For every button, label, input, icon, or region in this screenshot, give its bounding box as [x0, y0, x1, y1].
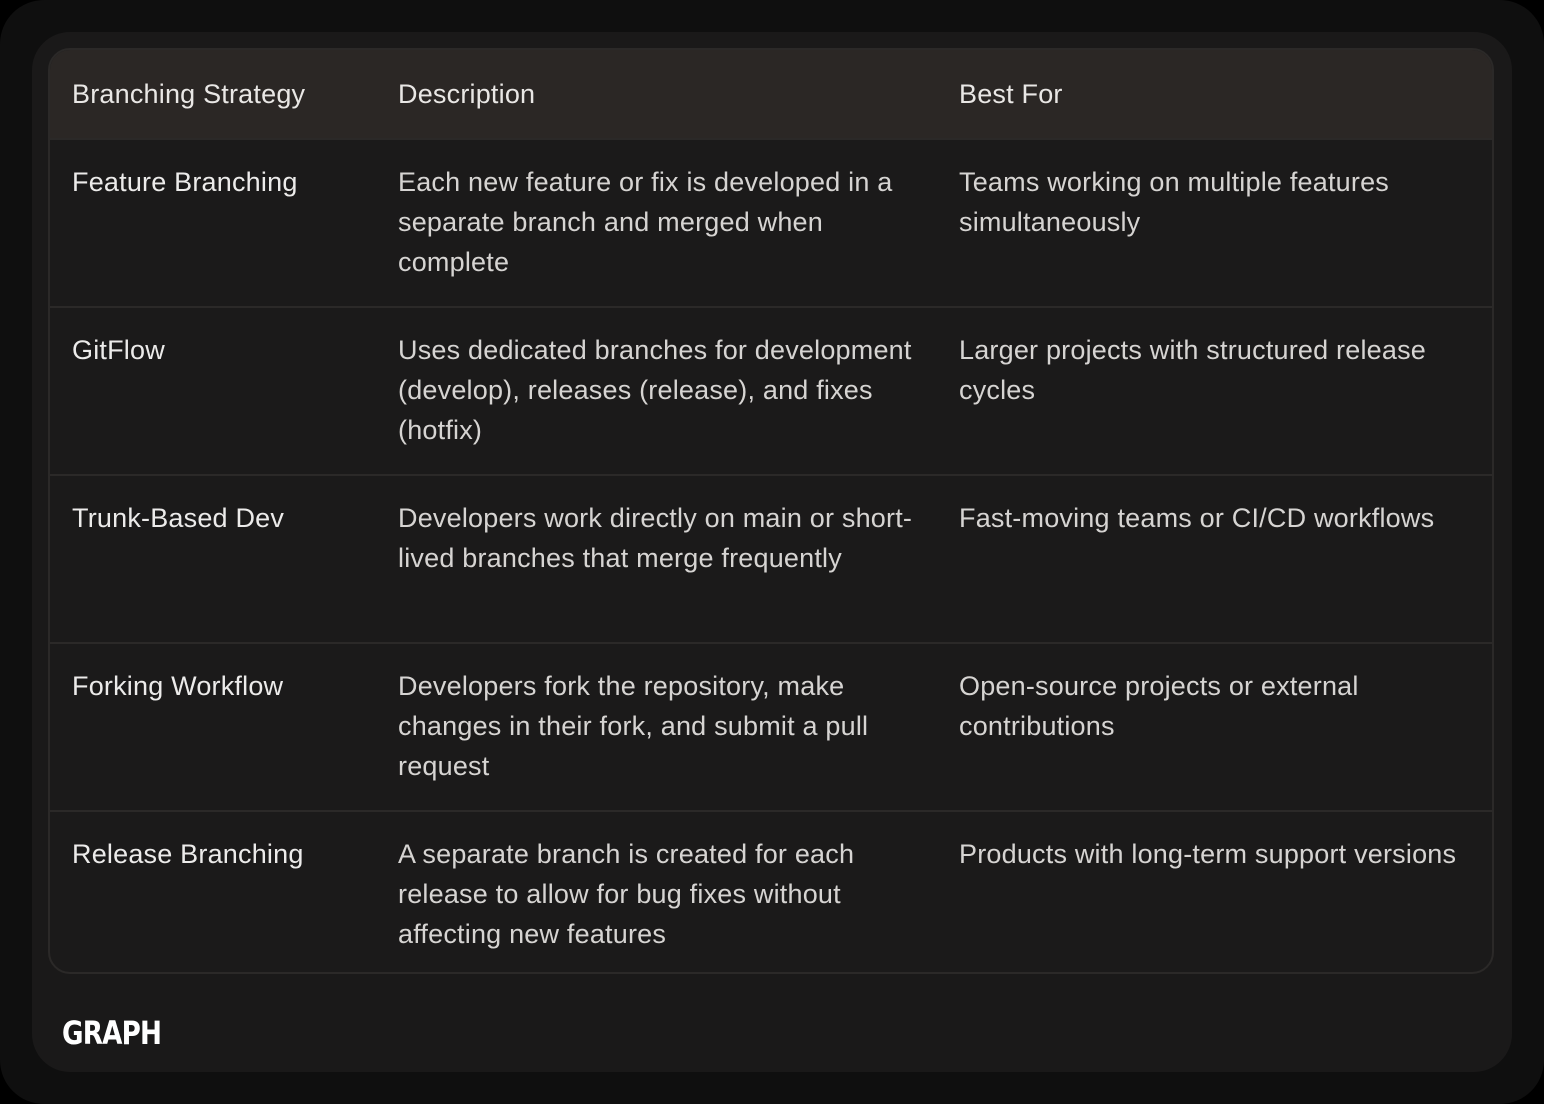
strategy-name: GitFlow [72, 335, 165, 365]
header-cell-best-for: Best For [959, 79, 1063, 109]
strategy-description: Developers work directly on main or shor… [398, 503, 913, 573]
table-header-row: Branching Strategy Description Best For [50, 50, 1492, 138]
strategy-description: Developers fork the repository, make cha… [398, 671, 869, 781]
strategy-name: Feature Branching [72, 167, 298, 197]
strategy-description: A separate branch is created for each re… [398, 839, 855, 949]
header-cell-description: Description [398, 79, 536, 109]
strategy-description: Uses dedicated branches for development … [398, 335, 912, 445]
graph-logo: GRAPH [62, 1014, 162, 1052]
table-row: Trunk-Based Dev Developers work directly… [50, 474, 1492, 642]
strategy-name: Release Branching [72, 839, 304, 869]
strategy-name: Forking Workflow [72, 671, 284, 701]
outer-frame: Branching Strategy Description Best For … [0, 0, 1544, 1104]
strategy-best-for: Fast-moving teams or CI/CD workflows [959, 503, 1435, 533]
strategy-best-for: Products with long-term support versions [959, 839, 1457, 869]
strategy-best-for: Open-source projects or external contrib… [959, 671, 1359, 741]
table-row: GitFlow Uses dedicated branches for deve… [50, 306, 1492, 474]
strategy-best-for: Larger projects with structured release … [959, 335, 1427, 405]
header-cell-strategy: Branching Strategy [72, 79, 306, 109]
strategy-description: Each new feature or fix is developed in … [398, 167, 893, 277]
strategy-best-for: Teams working on multiple features simul… [959, 167, 1389, 237]
content-card: Branching Strategy Description Best For … [32, 32, 1512, 1072]
table-row: Release Branching A separate branch is c… [50, 810, 1492, 972]
branching-strategies-table: Branching Strategy Description Best For … [48, 48, 1494, 974]
table-row: Feature Branching Each new feature or fi… [50, 138, 1492, 306]
table-row: Forking Workflow Developers fork the rep… [50, 642, 1492, 810]
strategy-name: Trunk-Based Dev [72, 503, 285, 533]
